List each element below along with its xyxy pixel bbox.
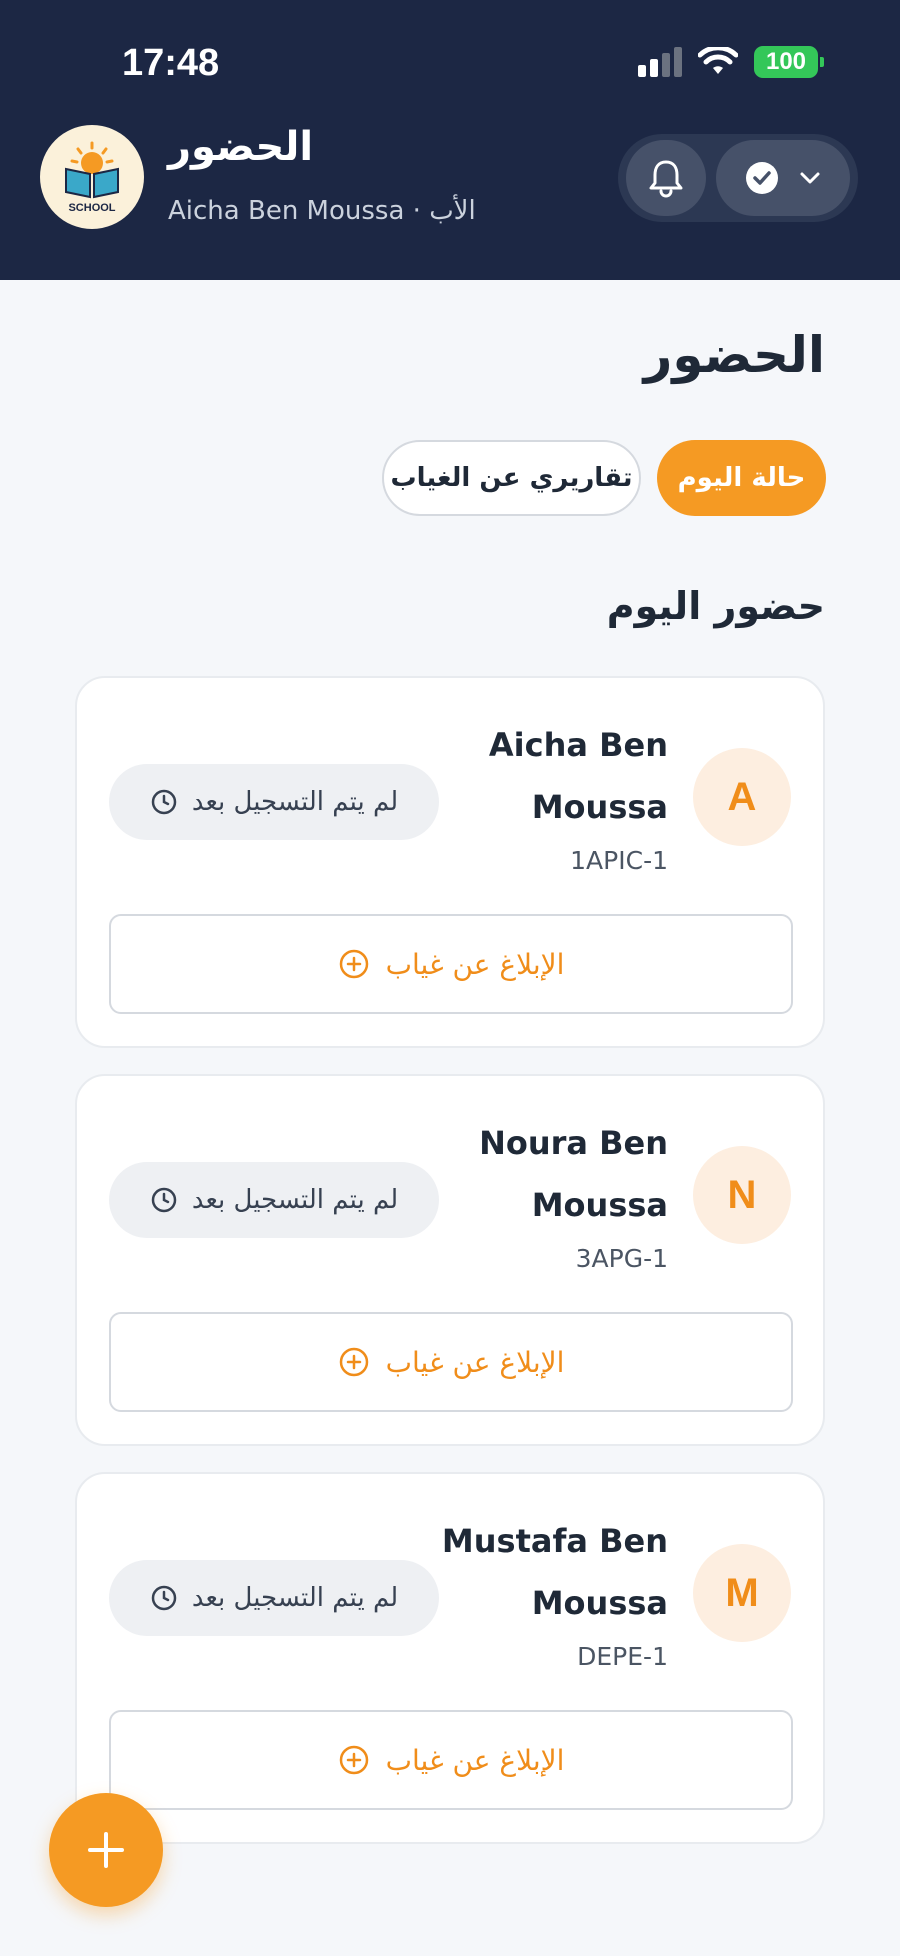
student-card: A Aicha Ben Moussa 1APIC-1 لم يتم التسجي… [75, 676, 825, 1048]
plus-icon [88, 1832, 124, 1868]
chevron-down-icon [800, 172, 820, 184]
status-time: 17:48 [122, 42, 220, 84]
student-class: 3APG-1 [575, 1244, 668, 1273]
student-name: Mustafa Ben Moussa [441, 1522, 668, 1622]
clock-icon [151, 1585, 177, 1611]
app-header: 17:48 100 SCHOOL الحضور Aicha Ben Moussa… [0, 0, 900, 280]
attendance-status-label: لم يتم التسجيل بعد [191, 1583, 399, 1613]
student-card: M Mustafa Ben Moussa DEPE-1 لم يتم التسج… [75, 1472, 825, 1844]
attendance-status-badge: لم يتم التسجيل بعد [109, 1560, 439, 1636]
plus-circle-icon [339, 949, 368, 979]
page-title: الحضور [643, 326, 825, 384]
battery-indicator: 100 [754, 46, 824, 78]
report-absence-label: الإبلاغ عن غياب [385, 947, 565, 981]
attendance-status-label: لم يتم التسجيل بعد [191, 787, 399, 817]
header-title: الحضور [168, 124, 314, 170]
status-indicators: 100 [638, 46, 824, 78]
student-avatar: M [693, 1544, 791, 1642]
report-absence-label: الإبلاغ عن غياب [385, 1743, 565, 1777]
attendance-status-badge: لم يتم التسجيل بعد [109, 1162, 439, 1238]
tab-absence-reports[interactable]: تقاريري عن الغياب [382, 440, 641, 516]
plus-circle-icon [339, 1347, 368, 1377]
student-card: N Noura Ben Moussa 3APG-1 لم يتم التسجيل… [75, 1074, 825, 1446]
attendance-status-label: لم يتم التسجيل بعد [191, 1185, 399, 1215]
svg-text:SCHOOL: SCHOOL [68, 202, 115, 214]
school-logo-icon: SCHOOL [65, 141, 119, 214]
clock-icon [151, 1187, 177, 1213]
student-name: Noura Ben Moussa [479, 1124, 668, 1224]
add-fab-button[interactable] [49, 1793, 163, 1907]
cellular-signal-icon [638, 47, 682, 77]
bell-icon [649, 160, 683, 198]
school-logo: SCHOOL [40, 125, 144, 229]
report-absence-label: الإبلاغ عن غياب [385, 1345, 565, 1379]
check-circle-icon [746, 162, 778, 194]
student-avatar: A [693, 748, 791, 846]
report-absence-button[interactable]: الإبلاغ عن غياب [109, 1710, 793, 1810]
status-dropdown-button[interactable] [716, 140, 850, 216]
section-title: حضور اليوم [606, 584, 825, 628]
report-absence-button[interactable]: الإبلاغ عن غياب [109, 1312, 793, 1412]
attendance-status-badge: لم يتم التسجيل بعد [109, 764, 439, 840]
student-name: Aicha Ben Moussa [488, 726, 668, 826]
student-class: DEPE-1 [577, 1642, 668, 1671]
tab-today-status[interactable]: حالة اليوم [657, 440, 826, 516]
student-avatar: N [693, 1146, 791, 1244]
clock-icon [151, 789, 177, 815]
header-subtitle: Aicha Ben Moussa · الأب [168, 196, 476, 226]
notifications-button[interactable] [626, 140, 706, 216]
report-absence-button[interactable]: الإبلاغ عن غياب [109, 914, 793, 1014]
student-class: 1APIC-1 [570, 846, 668, 875]
wifi-icon [698, 47, 738, 74]
plus-circle-icon [339, 1745, 368, 1775]
header-actions [618, 134, 858, 222]
